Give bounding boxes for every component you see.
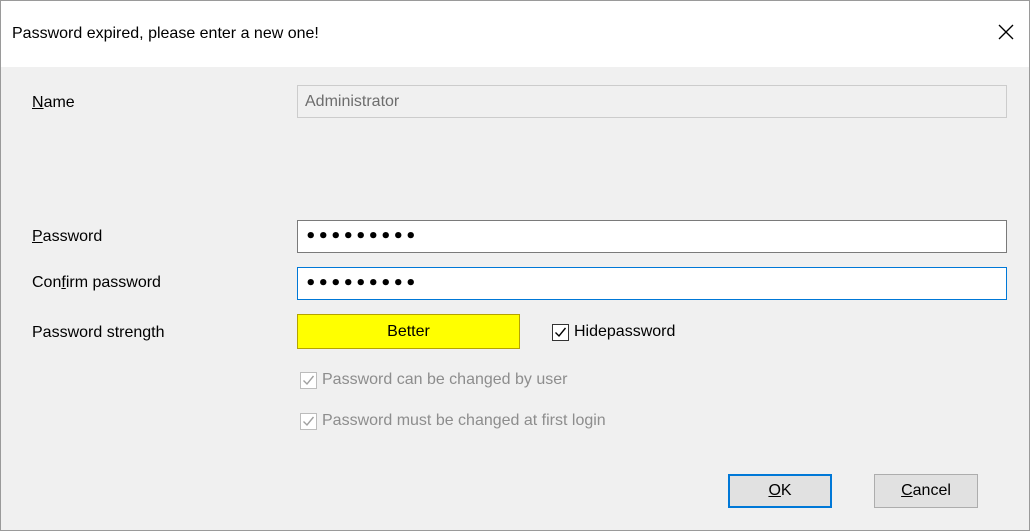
can-change-label: Password can be changed by user (322, 371, 568, 388)
name-label-rest: ame (43, 94, 75, 111)
hide-password-checkbox[interactable] (552, 323, 569, 341)
password-strength-value: Better (387, 322, 430, 340)
confirm-label-pre: Con (32, 274, 62, 291)
password-strength-meter: Better (297, 314, 520, 349)
name-field: Administrator (297, 85, 1007, 118)
can-change-checkbox-row: Password can be changed by user (300, 371, 567, 389)
close-button[interactable] (983, 9, 1029, 55)
name-label-mnemonic: N (32, 94, 44, 111)
cancel-button[interactable]: Cancel (874, 474, 978, 508)
checkmark-icon (303, 416, 315, 426)
title-bar: Password expired, please enter a new one… (1, 1, 1029, 67)
ok-label-rest: K (780, 482, 792, 499)
confirm-password-label: Confirm password (32, 274, 161, 292)
password-input[interactable]: ••••••••• (297, 220, 1007, 253)
password-value: ••••••••• (305, 226, 418, 247)
name-label: Name (32, 94, 75, 112)
password-expired-dialog: Password expired, please enter a new one… (0, 0, 1030, 531)
must-change-checkbox-row: Password must be changed at first login (300, 412, 606, 430)
hide-password-checkbox-row[interactable]: Hidepassword (552, 323, 675, 341)
password-label: Password (32, 228, 102, 246)
dialog-title: Password expired, please enter a new one… (12, 25, 319, 42)
password-label-mnemonic: P (32, 228, 43, 245)
ok-button[interactable]: OK (728, 474, 832, 508)
ok-mnemonic: O (768, 482, 781, 499)
can-change-checkbox (300, 371, 317, 389)
cancel-label-rest: ancel (912, 482, 951, 499)
confirm-label-rest: irm password (65, 274, 161, 291)
password-strength-label: Password strength (32, 324, 165, 341)
password-label-rest: assword (42, 228, 103, 245)
name-value: Administrator (305, 92, 400, 110)
must-change-checkbox (300, 412, 317, 430)
hide-password-label: Hidepassword (574, 323, 676, 340)
confirm-password-value: ••••••••• (305, 273, 418, 294)
checkmark-icon (555, 327, 567, 337)
must-change-label: Password must be changed at first login (322, 412, 606, 429)
checkmark-icon (303, 375, 315, 385)
confirm-password-input[interactable]: ••••••••• (297, 267, 1007, 300)
close-icon (998, 24, 1014, 40)
cancel-mnemonic: C (901, 482, 913, 499)
